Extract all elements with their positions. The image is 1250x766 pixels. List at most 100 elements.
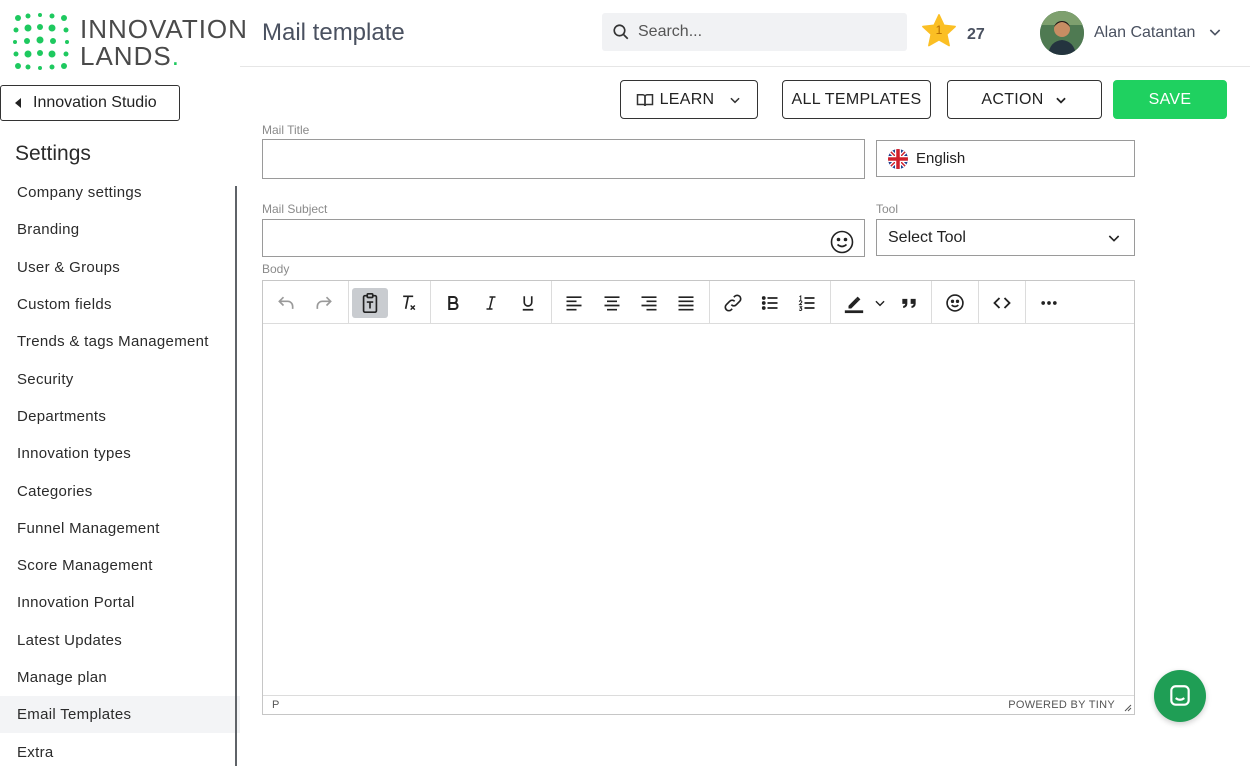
rich-text-editor: P POWERED BY TINY [262,280,1135,715]
bold-button[interactable] [438,288,468,318]
emoji-icon[interactable] [830,230,854,254]
chevron-down-icon [730,97,741,103]
sidebar-item-email-templates[interactable]: Email Templates [0,696,240,734]
mail-title-label: Mail Title [262,123,310,137]
numbered-list-button[interactable] [792,288,822,318]
search-icon [613,24,629,40]
mail-subject-input[interactable] [263,220,823,256]
top-header: Mail template 1 27 Alan Catantan [240,0,1250,67]
action-button[interactable]: ACTION [947,80,1102,119]
bullet-list-button[interactable] [755,288,785,318]
sidebar-scrollbar[interactable] [235,186,237,766]
chat-launcher-button[interactable] [1154,670,1206,722]
chevron-down-icon [1055,97,1066,104]
points-count: 27 [967,26,985,43]
undo-icon [278,296,294,309]
settings-heading: Settings [15,142,91,165]
page-title: Mail template [262,19,405,46]
link-icon [724,294,742,312]
editor-toolbar [263,281,1134,324]
brand-logo[interactable]: INNOVATION LANDS. [12,12,247,72]
sidebar-item-score-management[interactable]: Score Management [0,547,240,584]
sidebar-item-branding[interactable]: Branding [0,211,240,248]
editor-statusbar: P POWERED BY TINY [263,695,1134,714]
more-button[interactable] [1034,288,1064,318]
sidebar-item-innovation-portal[interactable]: Innovation Portal [0,584,240,621]
align-center-button[interactable] [597,288,627,318]
source-code-icon [993,297,1011,309]
link-button[interactable] [718,288,748,318]
sidebar-item-manage-plan[interactable]: Manage plan [0,659,240,696]
justify-button[interactable] [671,288,701,318]
logo-dots-icon [13,13,69,70]
align-left-button[interactable] [559,288,589,318]
logo-line-2: LANDS. [80,43,248,70]
level-badge[interactable]: 1 [920,12,958,50]
mail-subject-field[interactable] [262,219,865,257]
mail-subject-label: Mail Subject [262,202,328,216]
sidebar-item-departments[interactable]: Departments [0,398,240,435]
all-templates-label: ALL TEMPLATES [791,90,922,108]
save-button[interactable]: SAVE [1113,80,1227,119]
mail-title-field[interactable] [262,139,865,179]
search-box[interactable] [602,13,907,51]
chevron-down-icon [1108,235,1120,242]
emoticons-icon [946,294,964,312]
book-icon [636,93,653,106]
underline-button[interactable] [513,288,543,318]
more-icon [1041,301,1057,305]
highlight-color-button[interactable] [838,288,892,318]
avatar[interactable] [1040,11,1084,55]
toolbar-divider [1025,281,1026,323]
learn-label: LEARN [659,90,715,108]
sidebar-item-latest-updates[interactable]: Latest Updates [0,622,240,659]
innovation-studio-button[interactable]: Innovation Studio [0,85,180,121]
toolbar-divider [348,281,349,323]
sidebar-item-categories[interactable]: Categories [0,472,240,509]
mail-title-input[interactable] [263,140,864,178]
sidebar-item-innovation-types[interactable]: Innovation types [0,435,240,472]
chevron-down-icon[interactable] [1207,24,1223,40]
toolbar-divider [430,281,431,323]
all-templates-button[interactable]: ALL TEMPLATES [782,80,931,119]
paste-as-text-icon [362,293,378,313]
chevron-down-icon [875,300,885,307]
align-right-button[interactable] [634,288,664,318]
paste-as-text-button[interactable] [352,288,388,318]
powered-by-link[interactable]: POWERED BY TINY [1008,699,1115,711]
sidebar-item-user-groups[interactable]: User & Groups [0,249,240,286]
italic-button[interactable] [476,288,506,318]
logo-line-1: INNOVATION [80,14,248,44]
action-label: ACTION [981,90,1044,108]
bullet-list-icon [761,296,778,310]
tool-select-value: Select Tool [888,228,966,246]
redo-button[interactable] [309,288,339,318]
language-selector[interactable]: English [876,140,1135,177]
undo-button[interactable] [271,288,301,318]
sidebar-item-custom-fields[interactable]: Custom fields [0,286,240,323]
settings-nav: Company settings Branding User & Groups … [0,174,240,766]
caret-left-icon [15,98,21,108]
tool-select[interactable]: Select Tool [876,219,1135,256]
sidebar-item-funnel-management[interactable]: Funnel Management [0,510,240,547]
sidebar-item-company-settings[interactable]: Company settings [0,174,240,211]
italic-icon [486,296,496,310]
blockquote-button[interactable] [894,288,924,318]
user-name[interactable]: Alan Catantan [1094,24,1195,42]
sidebar-item-trends-tags[interactable]: Trends & tags Management [0,323,240,360]
highlight-icon [844,296,864,314]
clear-formatting-button[interactable] [394,288,424,318]
resize-handle-icon[interactable] [1122,702,1132,712]
editor-content-area[interactable] [263,324,1134,696]
sidebar-item-security[interactable]: Security [0,360,240,397]
innovation-studio-label: Innovation Studio [33,94,157,111]
uk-flag-icon [888,148,908,169]
learn-button[interactable]: LEARN [620,80,758,119]
sidebar-item-extra[interactable]: Extra [0,733,240,766]
chat-icon [1170,685,1190,706]
emoticons-button[interactable] [940,288,970,318]
element-path[interactable]: P [272,699,279,711]
search-input[interactable] [638,23,888,41]
source-code-button[interactable] [987,288,1017,318]
redo-icon [316,296,332,309]
